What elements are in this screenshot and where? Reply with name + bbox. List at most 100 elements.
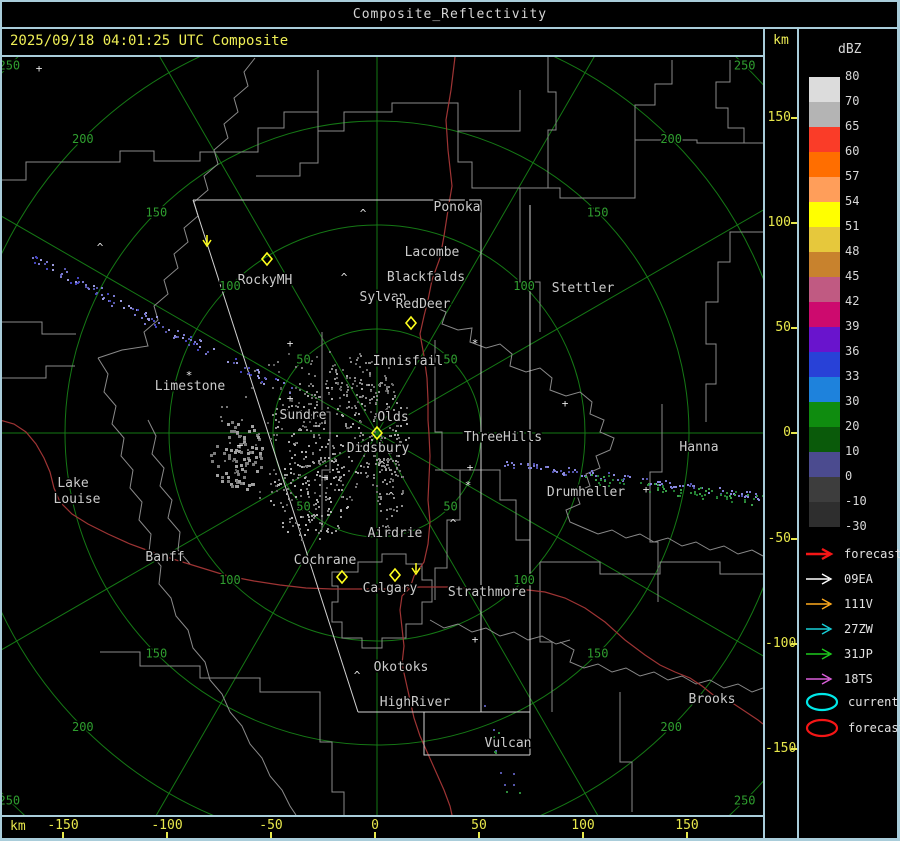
right-axis-tick-label: 50 bbox=[775, 320, 791, 335]
bottom-axis-tick-mark bbox=[478, 832, 480, 838]
legend-vector-label: 111V bbox=[844, 597, 873, 611]
legend-ellipse-row: forecast bbox=[804, 718, 900, 738]
dbz-tick-label: 51 bbox=[845, 219, 860, 233]
city-label: Okotoks bbox=[374, 660, 429, 675]
dbz-tick-label: 45 bbox=[845, 269, 860, 283]
radar-viewer-window: Composite_Reflectivity 2025/09/18 04:01:… bbox=[0, 0, 900, 841]
dbz-swatch bbox=[809, 77, 840, 102]
legend-vector-row: 27ZW bbox=[804, 619, 873, 639]
dbz-swatch bbox=[809, 327, 840, 352]
dbz-tick-label: 30 bbox=[845, 394, 860, 408]
city-label: Sundre bbox=[280, 408, 327, 423]
range-ring-label: 250 bbox=[2, 58, 20, 72]
dbz-tick-label: 0 bbox=[845, 469, 853, 483]
legend-ellipse-label: current bbox=[848, 695, 899, 709]
dbz-swatch bbox=[809, 177, 840, 202]
weather-point-marker: ^ bbox=[360, 207, 367, 220]
weather-point-marker: ^ bbox=[341, 271, 348, 284]
dbz-swatch bbox=[809, 152, 840, 177]
dbz-swatch bbox=[809, 452, 840, 477]
city-label: Hanna bbox=[679, 440, 718, 455]
legend-ellipse-label: forecast bbox=[848, 721, 900, 735]
range-ring-label: 200 bbox=[660, 132, 682, 146]
frame-title-sep bbox=[0, 27, 900, 29]
city-label: Louise bbox=[54, 492, 101, 507]
legend-sidebar: dBZ 80 70 65 60 57 54 51 48 45 42 39 36 33 30 20 10 0 -10… bbox=[800, 28, 900, 838]
range-ring-label: 100 bbox=[219, 573, 241, 587]
range-ring-label: 250 bbox=[2, 794, 20, 808]
right-axis-tick-mark bbox=[791, 748, 797, 750]
range-ring-label: 250 bbox=[734, 794, 756, 808]
dbz-tick-label: 60 bbox=[845, 144, 860, 158]
window-title: Composite_Reflectivity bbox=[352, 7, 548, 22]
weather-point-marker: ^ bbox=[354, 669, 361, 682]
city-label: Calgary bbox=[363, 581, 418, 596]
dbz-swatch bbox=[809, 102, 840, 127]
radar-map-canvas: +^^*^+ *+^^++*^+++^+ PonokaLacombeBlackfa… bbox=[0, 0, 900, 841]
weather-point-marker: + bbox=[322, 471, 329, 484]
dbz-tick-label: 42 bbox=[845, 294, 860, 308]
city-label: Drumheller bbox=[547, 485, 625, 500]
dbz-tick-label: 39 bbox=[845, 319, 860, 333]
range-ring-label: 50 bbox=[443, 500, 457, 514]
bottom-axis-tick-mark bbox=[374, 832, 376, 838]
dbz-swatch bbox=[809, 377, 840, 402]
city-label: Didsbury bbox=[347, 441, 410, 456]
bottom-axis-tick-mark bbox=[582, 832, 584, 838]
city-label: HighRiver bbox=[380, 695, 451, 710]
range-ring-label: 150 bbox=[146, 647, 168, 661]
dbz-swatch bbox=[809, 427, 840, 452]
city-label: Brooks bbox=[689, 692, 736, 707]
city-label: Limestone bbox=[155, 379, 226, 394]
ellipse-icon bbox=[805, 692, 839, 712]
dbz-swatch bbox=[809, 202, 840, 227]
right-axis-tick-label: 150 bbox=[767, 110, 791, 125]
dbz-tick-label: 20 bbox=[845, 419, 860, 433]
bottom-range-axis: km -150 -100 -50 0 50 100 150 bbox=[0, 817, 765, 838]
city-label: Strathmore bbox=[448, 585, 526, 600]
city-label: Lake bbox=[57, 476, 88, 491]
legend-ellipse-row: current bbox=[804, 692, 899, 712]
right-axis-tick-label: -50 bbox=[767, 531, 791, 546]
weather-point-marker: + bbox=[36, 62, 43, 75]
weather-point-marker: + bbox=[562, 397, 569, 410]
city-label: Stettler bbox=[552, 281, 615, 296]
dbz-swatch bbox=[809, 277, 840, 302]
weather-point-marker: + bbox=[643, 483, 650, 496]
range-ring-label: 150 bbox=[587, 205, 609, 219]
right-axis-tick-mark bbox=[791, 538, 797, 540]
right-axis-tick-mark bbox=[791, 432, 797, 434]
legend-vector-row: 18TS bbox=[804, 669, 873, 689]
city-label: Ponoka bbox=[434, 200, 481, 215]
range-ring-label: 100 bbox=[513, 279, 535, 293]
city-label: Banff bbox=[145, 550, 184, 565]
city-label: ThreeHills bbox=[464, 430, 542, 445]
dbz-tick-label: 57 bbox=[845, 169, 860, 183]
weather-point-marker: ^ bbox=[450, 517, 457, 530]
dbz-swatch bbox=[809, 227, 840, 252]
range-ring-label: 200 bbox=[72, 720, 94, 734]
radar-map[interactable]: + ^ ^ * ^ + * + ^ ^ + + * ^ + + + ^ + Ponoka Lacombe Blackfa… bbox=[0, 0, 900, 841]
weather-point-marker: * bbox=[465, 479, 472, 492]
right-axis-tick-label: 0 bbox=[783, 425, 791, 440]
right-axis-tick-mark bbox=[791, 222, 797, 224]
dbz-tick-label: 54 bbox=[845, 194, 860, 208]
weather-point-marker: ^ bbox=[97, 241, 104, 254]
city-label: RedDeer bbox=[396, 297, 451, 312]
weather-point-marker: + bbox=[467, 461, 474, 474]
timestamp-label: 2025/09/18 04:01:25 UTC Composite bbox=[10, 33, 289, 49]
city-label: Olds bbox=[377, 410, 408, 425]
range-ring-label: 50 bbox=[296, 500, 310, 514]
right-axis-tick-label: 100 bbox=[767, 215, 791, 230]
dbz-swatch bbox=[809, 127, 840, 152]
frame-axis-right-sep bbox=[797, 28, 799, 838]
range-ring-label: 50 bbox=[296, 352, 310, 366]
dbz-tick-label: 36 bbox=[845, 344, 860, 358]
bottom-axis-tick-mark bbox=[62, 832, 64, 838]
dbz-swatch bbox=[809, 502, 840, 527]
dbz-tick-label: 80 bbox=[845, 69, 860, 83]
vector-arrow-icon bbox=[806, 547, 834, 561]
legend-vector-label: 09EA bbox=[844, 572, 873, 586]
city-label: Vulcan bbox=[485, 736, 532, 751]
city-label: Airdrie bbox=[368, 526, 423, 541]
